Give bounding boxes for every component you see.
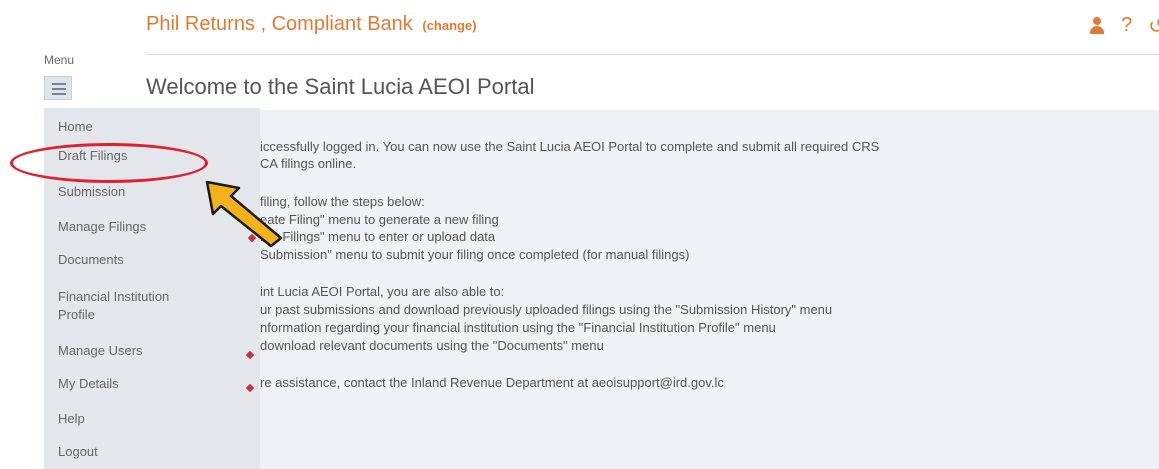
sidebar-item-financial-institution[interactable]: Financial Institution	[58, 288, 169, 306]
header-divider	[146, 54, 1159, 55]
hamburger-menu-button[interactable]	[44, 76, 72, 100]
also-able-heading: int Lucia AEOI Portal, you are also able…	[260, 284, 505, 299]
header-title: Phil Returns , Compliant Bank (change)	[146, 13, 477, 36]
ability-documents: download relevant documents using the "D…	[260, 338, 604, 353]
sidebar-item-manage-filings[interactable]: Manage Filings	[58, 218, 146, 236]
user-icon[interactable]	[1089, 17, 1105, 35]
ability-institution-profile: nformation regarding your financial inst…	[260, 320, 776, 335]
change-link[interactable]: (change)	[422, 18, 476, 33]
sidebar-item-documents[interactable]: Documents	[58, 251, 124, 269]
sidebar-item-manage-users[interactable]: Manage Users	[58, 342, 143, 360]
menu-label: Menu	[44, 53, 75, 67]
hamburger-line-icon	[52, 88, 66, 90]
intro-line-2: CA filings online.	[260, 156, 357, 171]
ability-submission-history: ur past submissions and download previou…	[260, 302, 833, 317]
institution-name: Phil Returns , Compliant Bank	[146, 13, 413, 35]
page-title: Welcome to the Saint Lucia AEOI Portal	[146, 74, 535, 99]
sidebar-item-profile[interactable]: Profile	[58, 306, 95, 324]
pointer-arrow-icon	[205, 180, 283, 248]
step-create-filing: eate Filing" menu to generate a new fili…	[260, 212, 499, 227]
logout-icon[interactable]: ↺	[1148, 14, 1159, 39]
intro-line-1: iccessfully logged in. You can now use t…	[260, 139, 880, 154]
sidebar-item-my-details[interactable]: My Details	[58, 375, 119, 393]
step-draft-filings: raft Filings" menu to enter or upload da…	[260, 229, 496, 244]
sidebar-item-help[interactable]: Help	[58, 410, 85, 428]
header-icons: ? ↺	[1089, 14, 1159, 39]
hamburger-line-icon	[52, 83, 66, 85]
hamburger-line-icon	[52, 93, 66, 95]
sidebar-item-home[interactable]: Home	[58, 118, 93, 136]
step-submission: Submission" menu to submit your filing o…	[260, 247, 690, 262]
sidebar-item-logout[interactable]: Logout	[58, 443, 98, 461]
help-icon[interactable]: ?	[1121, 14, 1132, 39]
sidebar-item-submission[interactable]: Submission	[58, 183, 125, 201]
highlight-ellipse	[10, 143, 208, 183]
assistance-line: re assistance, contact the Inland Revenu…	[260, 375, 724, 390]
